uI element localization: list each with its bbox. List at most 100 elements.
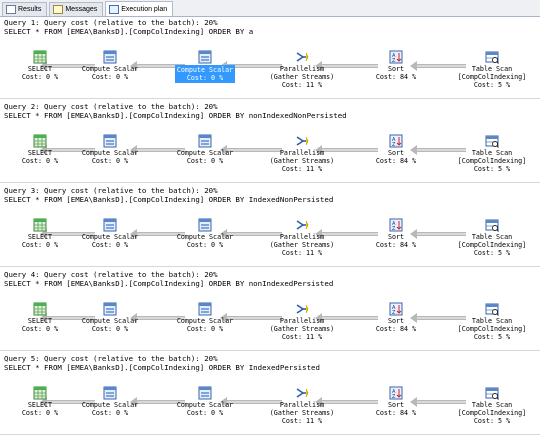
plan-node-compute1[interactable]: Compute Scalar Cost: 0 % <box>70 50 150 81</box>
plan-node-compute2[interactable]: Compute Scalar Cost: 0 % <box>165 218 245 249</box>
tab-messages[interactable]: Messages <box>49 2 104 16</box>
plan-node-label: Compute Scalar Cost: 0 % <box>165 149 245 165</box>
plan-node-name: Compute Scalar <box>81 149 139 157</box>
plan-node-label: Sort Cost: 84 % <box>356 149 436 165</box>
plan-node-compute1[interactable]: Compute Scalar Cost: 0 % <box>70 218 150 249</box>
plan-node-cost: Cost: 0 % <box>91 157 129 165</box>
plan-node-name: Sort <box>387 65 405 73</box>
plan-node-name: Parallelism <box>279 149 325 157</box>
select-icon <box>33 50 47 64</box>
select-icon <box>33 386 47 400</box>
query-header: Query 3: Query cost (relative to the bat… <box>4 186 333 204</box>
plan-node-cost: Cost: 0 % <box>21 73 59 81</box>
plan-node-name: Compute Scalar <box>176 149 234 157</box>
execution-plan-icon <box>109 4 120 14</box>
query-plan-block: Query 4: Query cost (relative to the bat… <box>0 268 540 351</box>
plan-node-compute2[interactable]: Compute Scalar Cost: 0 % <box>165 50 245 84</box>
plan-node-label: SELECT Cost: 0 % <box>0 401 80 417</box>
plan-node-cost: Cost: 5 % <box>473 81 511 89</box>
plan-node-compute2[interactable]: Compute Scalar Cost: 0 % <box>165 134 245 165</box>
plan-node-compute2[interactable]: Compute Scalar Cost: 0 % <box>165 302 245 333</box>
plan-node-cost: Cost: 0 % <box>91 73 129 81</box>
plan-node-sort[interactable]: A Z Sort Cost: 84 % <box>356 50 436 81</box>
plan-node-scan[interactable]: Table Scan [CompColIndexing] Cost: 5 % <box>452 386 532 425</box>
plan-node-name: Sort <box>387 401 405 409</box>
plan-node-parallel[interactable]: Parallelism (Gather Streams) Cost: 11 % <box>262 302 342 341</box>
plan-node-subtitle: (Gather Streams) <box>269 325 335 333</box>
plan-node-parallel[interactable]: Parallelism (Gather Streams) Cost: 11 % <box>262 50 342 89</box>
plan-node-scan[interactable]: Table Scan [CompColIndexing] Cost: 5 % <box>452 134 532 173</box>
parallelism-icon <box>295 218 309 232</box>
plan-node-cost: Cost: 5 % <box>473 417 511 425</box>
sort-icon: AZ <box>389 302 403 316</box>
sort-icon: AZ <box>389 386 403 400</box>
table-scan-icon <box>485 218 499 232</box>
plan-node-parallel[interactable]: Parallelism (Gather Streams) Cost: 11 % <box>262 218 342 257</box>
tab-execution-plan[interactable]: Execution plan <box>105 1 174 16</box>
plan-node-sort[interactable]: A Z Sort Cost: 84 % <box>356 386 436 417</box>
select-icon <box>33 218 47 232</box>
plan-node-name: Compute Scalar <box>81 317 139 325</box>
plan-node-cost: Cost: 0 % <box>91 325 129 333</box>
plan-node-cost: Cost: 84 % <box>375 241 417 249</box>
plan-node-label: Table Scan [CompColIndexing] Cost: 5 % <box>452 65 532 89</box>
plan-node-label: Parallelism (Gather Streams) Cost: 11 % <box>262 65 342 89</box>
plan-node-scan[interactable]: Table Scan [CompColIndexing] Cost: 5 % <box>452 302 532 341</box>
plan-node-compute1[interactable]: Compute Scalar Cost: 0 % <box>70 134 150 165</box>
plan-node-label: Sort Cost: 84 % <box>356 233 436 249</box>
plan-node-label: Sort Cost: 84 % <box>356 65 436 81</box>
plan-node-label: Compute Scalar Cost: 0 % <box>165 401 245 417</box>
plan-node-subtitle: [CompColIndexing] <box>457 241 527 249</box>
plan-node-cost: Cost: 84 % <box>375 157 417 165</box>
plan-node-label: Sort Cost: 84 % <box>356 401 436 417</box>
plan-node-name: Table Scan <box>471 65 513 73</box>
plan-node-select[interactable]: SELECT Cost: 0 % <box>0 302 80 333</box>
compute-scalar-icon <box>103 302 117 316</box>
plan-node-cost: Cost: 0 % <box>186 74 224 82</box>
plan-node-name: Compute Scalar <box>81 65 139 73</box>
plan-node-parallel[interactable]: Parallelism (Gather Streams) Cost: 11 % <box>262 386 342 425</box>
plan-node-subtitle: (Gather Streams) <box>269 157 335 165</box>
plan-node-name: Compute Scalar <box>81 401 139 409</box>
plan-node-select[interactable]: SELECT Cost: 0 % <box>0 386 80 417</box>
plan-node-select[interactable]: SELECT Cost: 0 % <box>0 50 80 81</box>
parallelism-icon <box>295 134 309 148</box>
query-plan-block: Query 1: Query cost (relative to the bat… <box>0 16 540 99</box>
query-cost-line: Query 5: Query cost (relative to the bat… <box>4 354 218 363</box>
plan-node-cost: Cost: 0 % <box>21 241 59 249</box>
tab-results[interactable]: Results <box>2 2 48 16</box>
plan-node-cost: Cost: 11 % <box>281 417 323 425</box>
plan-node-select[interactable]: SELECT Cost: 0 % <box>0 134 80 165</box>
plan-node-subtitle: [CompColIndexing] <box>457 157 527 165</box>
plan-node-parallel[interactable]: Parallelism (Gather Streams) Cost: 11 % <box>262 134 342 173</box>
plan-node-select[interactable]: SELECT Cost: 0 % <box>0 218 80 249</box>
query-cost-line: Query 1: Query cost (relative to the bat… <box>4 18 218 27</box>
plan-node-cost: Cost: 11 % <box>281 165 323 173</box>
plan-node-scan[interactable]: Table Scan [CompColIndexing] Cost: 5 % <box>452 50 532 89</box>
tab-execution-plan-label: Execution plan <box>121 5 168 13</box>
grid-icon <box>6 5 16 14</box>
plan-node-compute1[interactable]: Compute Scalar Cost: 0 % <box>70 302 150 333</box>
query-header: Query 1: Query cost (relative to the bat… <box>4 18 253 36</box>
plan-node-sort[interactable]: A Z Sort Cost: 84 % <box>356 218 436 249</box>
plan-node-sort[interactable]: A Z Sort Cost: 84 % <box>356 134 436 165</box>
plan-node-sort[interactable]: A Z Sort Cost: 84 % <box>356 302 436 333</box>
plan-node-name: Table Scan <box>471 317 513 325</box>
plan-node-name: SELECT <box>27 401 53 409</box>
svg-text:Z: Z <box>392 58 396 64</box>
query-cost-line: Query 3: Query cost (relative to the bat… <box>4 186 218 195</box>
plan-node-compute2[interactable]: Compute Scalar Cost: 0 % <box>165 386 245 417</box>
plan-node-scan[interactable]: Table Scan [CompColIndexing] Cost: 5 % <box>452 218 532 257</box>
plan-node-name: Sort <box>387 317 405 325</box>
messages-icon <box>53 5 64 14</box>
plan-node-compute1[interactable]: Compute Scalar Cost: 0 % <box>70 386 150 417</box>
query-plan-block: Query 3: Query cost (relative to the bat… <box>0 184 540 267</box>
plan-node-name: Parallelism <box>279 233 325 241</box>
plan-node-label: Parallelism (Gather Streams) Cost: 11 % <box>262 149 342 173</box>
results-tab-bar: Results Messages Execution plan <box>0 0 540 17</box>
plan-node-name: SELECT <box>27 233 53 241</box>
plan-node-name: Parallelism <box>279 401 325 409</box>
plan-node-label: SELECT Cost: 0 % <box>0 233 80 249</box>
query-plan-block: Query 2: Query cost (relative to the bat… <box>0 100 540 183</box>
svg-text:Z: Z <box>392 310 396 316</box>
